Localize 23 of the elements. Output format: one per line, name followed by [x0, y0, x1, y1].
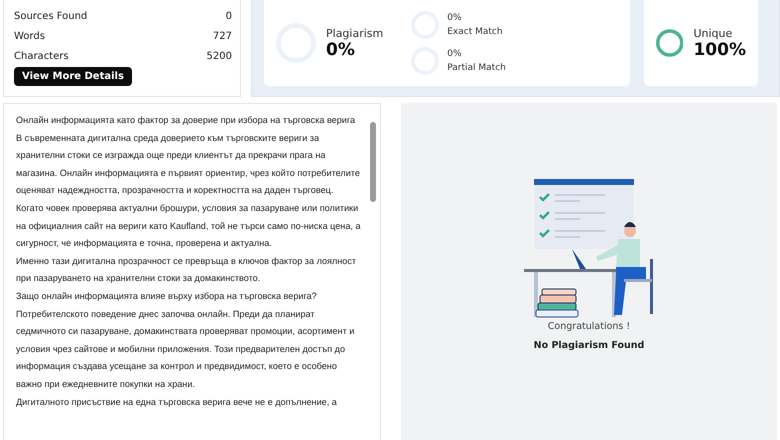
property-label: Sources Found	[14, 10, 88, 22]
document-paragraph: Именно тази дигитална прозрачност се превръща в ключов фактор за лоялност при пазаруването на хранителни стоки за домакинството.	[16, 254, 358, 286]
match-label: Partial Match	[447, 63, 506, 73]
view-more-details-button[interactable]: View More Details	[14, 67, 132, 86]
unique-value: 100%	[693, 40, 746, 60]
unique-label: Unique	[693, 26, 734, 40]
document-paragraph: Защо онлайн информацията влияе върху избора на търговска верига?	[16, 290, 318, 303]
property-label: Words	[14, 30, 45, 42]
match-value: 0%	[447, 49, 463, 59]
property-value: 5200	[206, 50, 232, 62]
plagiarism-label: Plagiarism	[326, 26, 384, 40]
property-value: 0	[226, 10, 232, 22]
document-paragraph: Онлайн информацията като фактор за доверие при избора на търговска верига	[16, 114, 356, 127]
match-value: 0%	[447, 13, 463, 23]
match-label: Exact Match	[447, 27, 503, 37]
property-label: Characters	[14, 50, 69, 62]
no-plagiarism-message: No Plagiarism Found	[534, 340, 644, 351]
document-paragraph: В съвременната дигитална среда доверието към търговските вериги за хранителни стоки се изгражда още преди клиентът да прекрачи прага на магазина. Онлайн информацията е първият ориентир, чрез който потребителите оценяват надеждността, прозрачността и коректността на даден търговец. Когато човек проверява актуални брошури, условия за пазаруване или политики на официалния сайт на вериги като Kaufland, той не търси само по-ниска цена, а сигурност, че информацията е точна, проверена и актуална.	[16, 132, 362, 250]
congratulations-text: Congratulations !	[548, 321, 630, 332]
property-value: 727	[212, 30, 232, 42]
document-paragraph: Дигиталното присъствие на една търговска верига вече не е допълнение, а	[16, 396, 338, 409]
document-paragraph: Потребителското поведение днес започва онлайн. Преди да планират седмичното си пазаруване, домакинствата проверяват промоции, асортимент и условия чрез сайтове и мобилни приложения. Този предварителен достъп до информация създава усещане за контрол и предвидимост, което е особено важно при ежедневните покупки на храни.	[16, 308, 356, 391]
plagiarism-value: 0%	[326, 40, 356, 60]
